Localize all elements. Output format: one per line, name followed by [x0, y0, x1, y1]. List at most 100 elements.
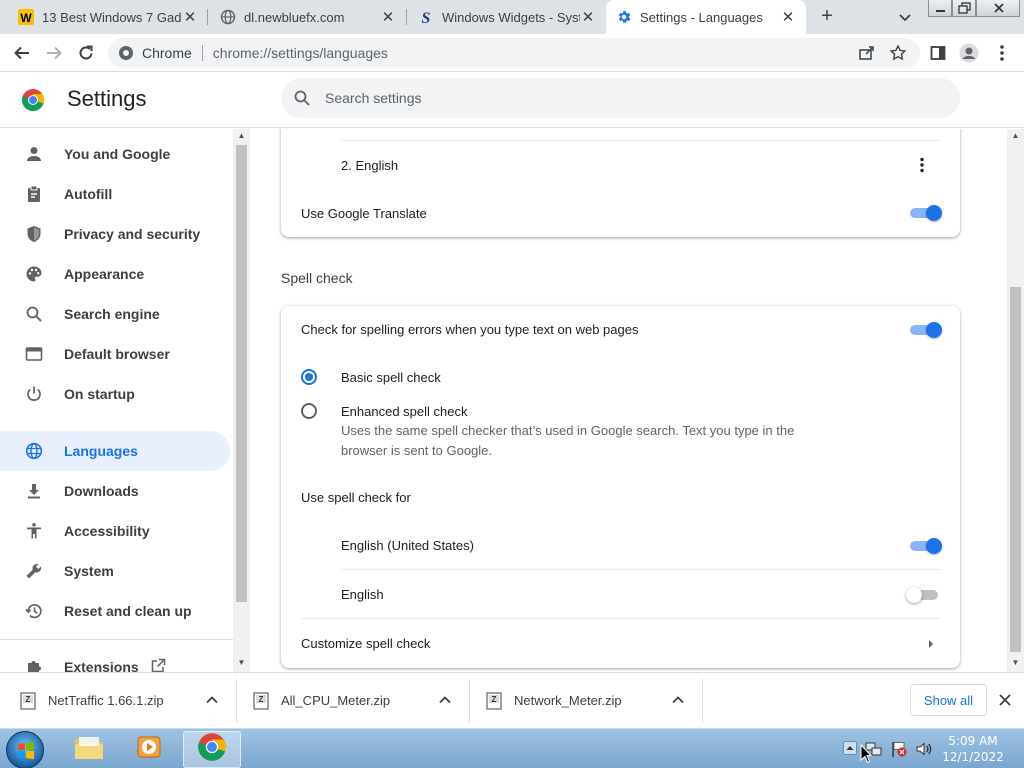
tab-newbluefx[interactable]: dl.newbluefx.com ✕ [210, 0, 406, 34]
close-icon[interactable]: ✕ [780, 8, 796, 26]
scroll-up-arrow[interactable]: ▲ [233, 129, 250, 143]
more-vert-icon[interactable] [917, 156, 927, 174]
scrollbar-thumb[interactable] [236, 145, 247, 602]
basic-spell-check-label[interactable]: Basic spell check [341, 370, 441, 385]
sidebar-item-label: Autofill [64, 186, 113, 202]
settings-main: 2. English Use Google Translate Spell ch… [250, 129, 1007, 672]
close-icon[interactable]: ✕ [580, 8, 596, 26]
forward-arrow-icon[interactable] [44, 43, 64, 63]
download-item[interactable]: Z Network_Meter.zip [466, 679, 698, 723]
scrollbar-thumb[interactable] [1010, 287, 1021, 652]
sidebar-item-label: System [64, 563, 114, 579]
google-translate-toggle[interactable] [908, 203, 942, 223]
mouse-cursor-icon [860, 743, 873, 764]
check-spelling-toggle[interactable] [908, 320, 942, 340]
sidebar-item-default-browser[interactable]: Default browser [0, 334, 230, 374]
taskbar-explorer-button[interactable] [60, 731, 118, 768]
sidebar-item-label: Privacy and security [64, 226, 201, 242]
spell-language-toggle-en[interactable] [906, 585, 940, 605]
browser-window-icon [24, 344, 44, 364]
close-icon[interactable] [996, 691, 1014, 709]
enhanced-spell-check-radio[interactable] [301, 403, 317, 419]
chevron-up-icon[interactable] [204, 692, 220, 708]
open-in-new-icon [150, 658, 166, 672]
reload-icon[interactable] [76, 43, 96, 63]
omnibox-scheme-label: Chrome [142, 45, 192, 61]
wrench-icon [24, 561, 44, 581]
side-panel-icon[interactable] [928, 43, 948, 63]
new-tab-button[interactable]: + [816, 6, 838, 28]
sidebar-item-languages[interactable]: Languages [0, 431, 230, 471]
close-window-button[interactable] [976, 0, 1020, 17]
profile-avatar-icon[interactable] [959, 43, 979, 63]
scroll-down-arrow[interactable]: ▼ [233, 656, 250, 670]
search-input[interactable] [325, 90, 885, 106]
minimize-button[interactable] [928, 0, 952, 17]
start-button[interactable] [6, 731, 44, 768]
close-icon[interactable]: ✕ [380, 8, 396, 26]
toggle-knob [926, 322, 942, 338]
chevron-up-icon[interactable] [670, 692, 686, 708]
main-scrollbar[interactable]: ▲ ▼ [1007, 129, 1024, 672]
download-item[interactable]: Z NetTraffic 1.66.1.zip [0, 679, 232, 723]
settings-sidebar: You and Google Autofill Privacy and secu… [0, 129, 250, 672]
zip-file-icon: Z [486, 692, 502, 710]
sidebar-item-extensions[interactable]: Extensions [0, 647, 230, 672]
download-item[interactable]: Z All_CPU_Meter.zip [233, 679, 465, 723]
customize-spell-check-row[interactable]: Customize spell check [281, 619, 960, 667]
tab-settings-languages[interactable]: Settings - Languages ✕ [606, 0, 806, 34]
share-icon[interactable] [858, 44, 876, 62]
svg-text:Z: Z [26, 695, 31, 704]
close-icon[interactable]: ✕ [182, 8, 198, 26]
page-title: Settings [67, 86, 147, 111]
restore-button[interactable] [952, 0, 976, 17]
media-player-icon [135, 733, 163, 766]
scroll-up-arrow[interactable]: ▲ [1007, 129, 1024, 143]
sidebar-item-appearance[interactable]: Appearance [0, 254, 230, 294]
sidebar-item-accessibility[interactable]: Accessibility [0, 511, 230, 551]
chevron-down-icon[interactable] [896, 8, 914, 26]
folder-icon [73, 733, 105, 766]
settings-search-box[interactable] [281, 78, 960, 118]
sidebar-item-search-engine[interactable]: Search engine [0, 294, 230, 334]
tab-windows-widgets[interactable]: S Windows Widgets - Syste ✕ [408, 0, 606, 34]
sidebar-item-reset-and-clean-up[interactable]: Reset and clean up [0, 591, 230, 631]
download-filename: Network_Meter.zip [514, 693, 622, 708]
basic-spell-check-radio[interactable] [301, 369, 317, 385]
star-icon[interactable] [889, 44, 907, 62]
sidebar-item-system[interactable]: System [0, 551, 230, 591]
spell-language-toggle-en-us[interactable] [908, 536, 942, 556]
row-divider [341, 140, 940, 141]
show-hidden-icons-arrow-icon[interactable] [843, 741, 857, 755]
kebab-menu-icon[interactable] [992, 43, 1012, 63]
search-icon [293, 88, 313, 108]
show-all-downloads-button[interactable]: Show all [910, 684, 987, 716]
taskbar-clock[interactable]: 5:09 AM 12/1/2022 [930, 733, 1016, 765]
sidebar-divider [0, 639, 233, 640]
chrome-logo-icon [197, 732, 227, 767]
sidebar-item-autofill[interactable]: Autofill [0, 174, 230, 214]
sidebar-item-downloads[interactable]: Downloads [0, 471, 230, 511]
shield-icon [24, 224, 44, 244]
action-center-flag-icon[interactable] [890, 740, 908, 758]
sidebar-scrollbar[interactable]: ▲ ▼ [233, 129, 250, 672]
tab-13-best-gadgets[interactable]: W 13 Best Windows 7 Gadg ✕ [8, 0, 208, 34]
back-arrow-icon[interactable] [12, 43, 32, 63]
enhanced-spell-check-label[interactable]: Enhanced spell check [341, 404, 467, 419]
omnibox-divider [201, 45, 203, 61]
sidebar-item-on-startup[interactable]: On startup [0, 374, 230, 414]
address-bar[interactable]: Chrome chrome://settings/languages [108, 38, 920, 68]
history-icon [24, 601, 44, 621]
chevron-up-icon[interactable] [437, 692, 453, 708]
clipboard-icon [24, 184, 44, 204]
browser-toolbar: Chrome chrome://settings/languages [0, 34, 1024, 72]
taskbar-media-player-button[interactable] [120, 731, 178, 768]
sidebar-item-you-and-google[interactable]: You and Google [0, 134, 230, 174]
zip-file-icon: Z [253, 692, 269, 710]
use-google-translate-label: Use Google Translate [301, 206, 427, 221]
sidebar-item-privacy-and-security[interactable]: Privacy and security [0, 214, 230, 254]
scroll-down-arrow[interactable]: ▼ [1007, 656, 1024, 670]
sidebar-item-label: Downloads [64, 483, 139, 499]
taskbar-chrome-button[interactable] [183, 731, 241, 768]
tab-divider [406, 9, 407, 25]
